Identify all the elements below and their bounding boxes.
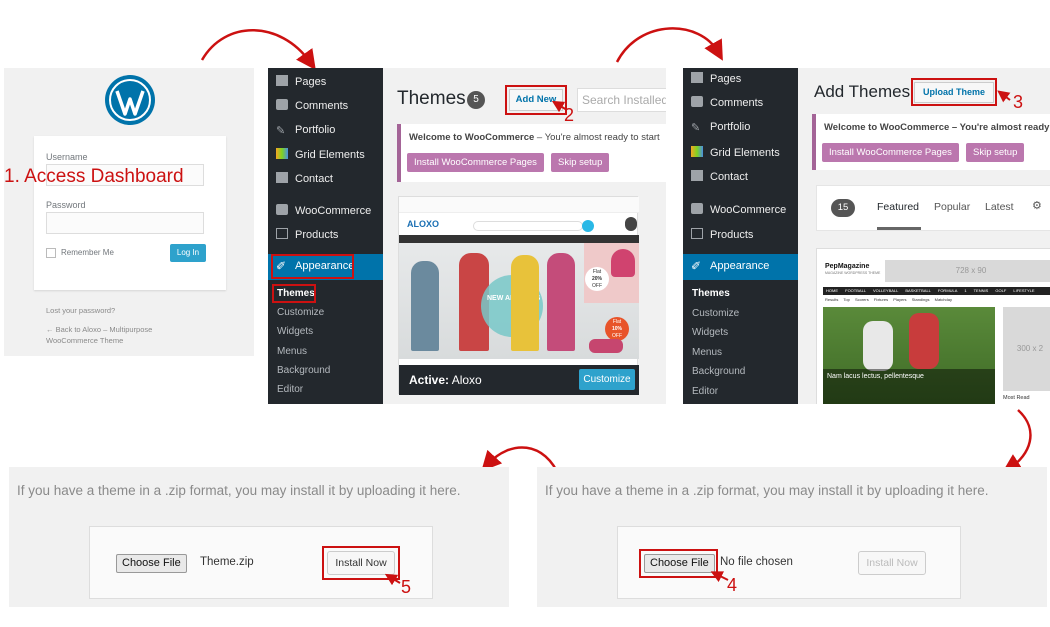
step-pointer-arrows (384, 90, 1011, 586)
